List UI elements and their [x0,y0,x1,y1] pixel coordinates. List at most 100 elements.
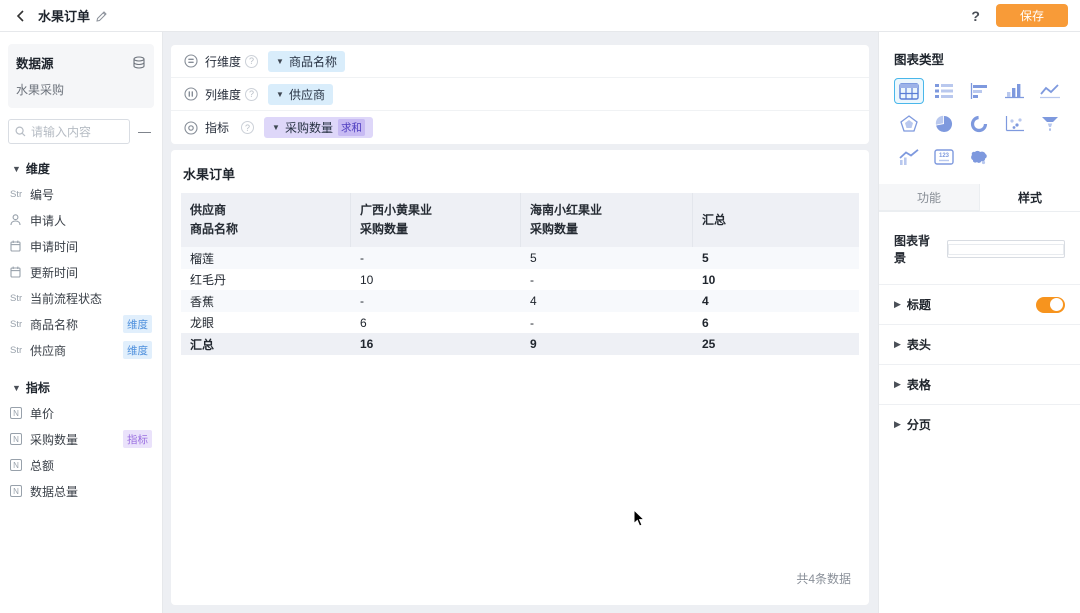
edit-title-icon[interactable] [96,10,108,22]
number-field-icon: N [10,407,30,419]
row-dimension-chip[interactable]: ▼ 商品名称 [268,50,345,72]
chart-type-detail-table-icon[interactable] [929,78,959,104]
section-title[interactable]: ▶ 标题 [879,284,1080,324]
row-dimension-icon [184,54,198,68]
table-row: 红毛丹 10 - 10 [190,272,716,288]
chevron-down-icon: ▼ [276,89,284,99]
pivot-corner-cell: 供应商 商品名称 [181,193,351,248]
metric-label: 指标 [205,121,230,135]
settings-panel: 图表类型 123 功能 样式 图表背景 ▶ 标题 ▶ 表头 ▶ 表格 ▶ 分页 [878,32,1080,613]
pivot-total-row: 汇总 16 9 25 [181,333,859,355]
search-input[interactable] [31,124,123,139]
question-icon[interactable]: ? [241,121,255,134]
chart-background-label: 图表背景 [894,234,931,265]
help-icon[interactable]: ? [971,8,980,24]
metrics-section-header[interactable]: ▼ 指标 [12,379,150,396]
chart-type-bar-horizontal-icon[interactable] [964,78,994,104]
chevron-down-icon: ▼ [12,382,21,393]
svg-text:123: 123 [939,153,950,159]
dimensions-section-header[interactable]: ▼ 维度 [12,160,150,177]
field-search[interactable] [8,119,130,144]
table-row: 龙眼 6 - 6 [190,315,709,331]
metric-badge: 指标 [123,430,152,448]
chart-type-label: 图表类型 [894,53,945,67]
field-item[interactable]: N 总额 [8,452,154,478]
row-dimension-config: 行维度 ? ▼ 商品名称 [171,45,869,78]
person-icon [10,214,30,226]
chart-type-line-icon[interactable] [1035,78,1065,104]
dimension-badge: 维度 [123,341,152,359]
chevron-down-icon: ▼ [12,163,21,174]
aggregation-badge: 求和 [337,119,365,136]
text-field-icon: Str [10,292,23,304]
chart-type-pie-icon[interactable] [929,111,959,137]
chart-canvas: 行维度 ? ▼ 商品名称 列维度 ? ▼ 供应商 指标 ? ▼ 采购数量 求和 [164,32,878,613]
section-table[interactable]: ▶ 表格 [879,364,1080,404]
pivot-table-title: 水果订单 [183,167,236,182]
section-paging[interactable]: ▶ 分页 [879,404,1080,444]
row-dimension-label: 行维度 [205,54,242,69]
column-dimension-label: 列维度 [205,87,242,102]
number-field-icon: N [10,459,30,471]
title-toggle[interactable] [1036,296,1065,313]
chart-type-scatter-icon[interactable] [1000,111,1030,137]
chart-type-ring-icon[interactable] [964,111,994,137]
pivot-config-card: 行维度 ? ▼ 商品名称 列维度 ? ▼ 供应商 指标 ? ▼ 采购数量 求和 [171,45,869,144]
top-bar: 水果订单 ? 保存 [0,0,1080,32]
number-field-icon: N [10,433,30,445]
chevron-down-icon: ▼ [272,123,280,132]
collapse-all-button[interactable]: — [138,125,151,138]
text-field-icon: Str [10,318,23,330]
table-row: 香蕉 - 4 4 [181,290,859,312]
metric-config: 指标 ? ▼ 采购数量 求和 [171,111,869,144]
field-sidebar: 数据源 水果采购 — ▼ 维度 Str 编号 申请人 申请时间 [0,32,163,613]
metric-icon [184,120,198,135]
question-icon[interactable]: ? [245,87,259,101]
chevron-right-icon: ▶ [894,339,901,349]
field-item[interactable]: Str 供应商 维度 [8,337,154,363]
save-button[interactable]: 保存 [995,4,1068,27]
column-dimension-icon [184,87,198,101]
datasource-card[interactable]: 数据源 水果采购 [8,44,154,108]
metric-chip[interactable]: ▼ 采购数量 求和 [264,117,373,138]
pivot-column-header: 海南小红果业 采购数量 [521,193,693,248]
record-count: 共4条数据 [796,572,851,586]
back-icon[interactable] [12,7,30,25]
field-item[interactable]: N 单价 [8,400,154,426]
field-item[interactable]: Str 商品名称 维度 [8,311,154,337]
field-item[interactable]: Str 编号 [8,181,154,207]
chart-type-radar-icon[interactable] [894,111,924,137]
color-swatch [948,243,1064,255]
chart-type-map-icon[interactable] [964,144,994,170]
field-item[interactable]: N 数据总量 [8,478,154,504]
settings-tabs: 功能 样式 [879,184,1080,212]
chevron-down-icon: ▼ [276,56,284,66]
background-color-picker[interactable] [947,240,1065,258]
chart-type-bar-vertical-icon[interactable] [1000,78,1030,104]
field-item[interactable]: Str 当前流程状态 [8,285,154,311]
field-item[interactable]: 更新时间 [8,259,154,285]
column-dimension-config: 列维度 ? ▼ 供应商 [171,78,869,111]
pivot-total-header: 汇总 [702,212,727,227]
text-field-icon: Str [10,188,23,200]
tab-function[interactable]: 功能 [879,184,980,211]
question-icon[interactable]: ? [245,54,259,68]
chart-type-combo-icon[interactable] [894,144,924,170]
chart-type-pivot-table-icon[interactable] [893,78,924,104]
chart-type-grid: 123 [891,78,1068,170]
chevron-right-icon: ▶ [894,419,901,429]
field-item[interactable]: 申请时间 [8,233,154,259]
chart-type-number-card-icon[interactable]: 123 [929,144,959,170]
database-icon[interactable] [132,56,146,69]
field-item[interactable]: 申请人 [8,207,154,233]
text-field-icon: Str [10,344,23,356]
pivot-header-row: 供应商 商品名称 广西小黄果业 采购数量 海南小红果业 采购数量 汇总 [181,193,859,248]
calendar-icon [10,240,30,252]
chart-type-funnel-icon[interactable] [1035,111,1065,137]
tab-style[interactable]: 样式 [980,184,1080,211]
section-table-header[interactable]: ▶ 表头 [879,324,1080,364]
column-dimension-chip[interactable]: ▼ 供应商 [268,83,333,105]
pivot-table-card: 水果订单 供应商 商品名称 广西小黄果业 采购数量 海南小红果业 采购数量 汇总 [171,150,869,605]
search-icon [15,126,26,137]
field-item[interactable]: N 采购数量 指标 [8,426,154,452]
